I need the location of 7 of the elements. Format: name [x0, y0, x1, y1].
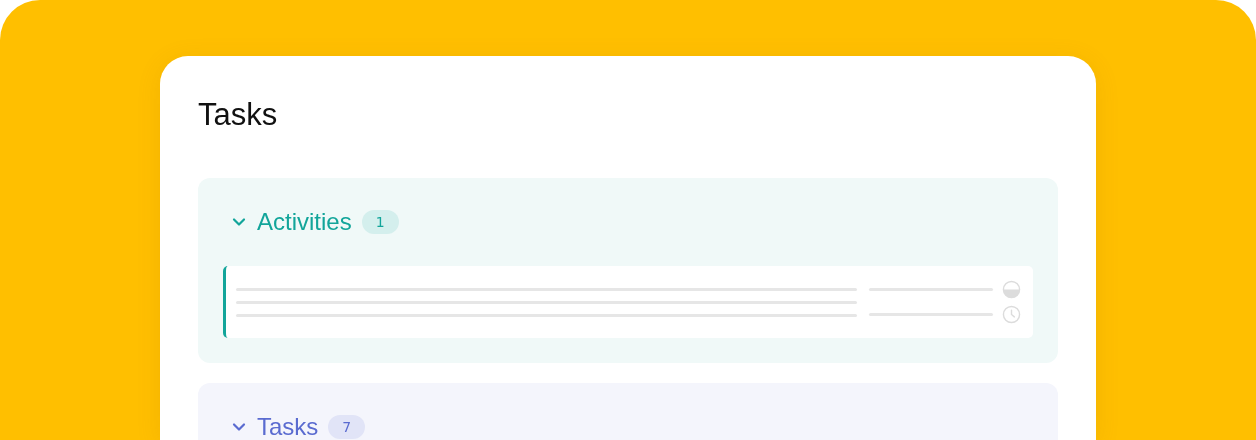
count-badge: 1: [361, 210, 399, 234]
section-title[interactable]: Tasks: [257, 413, 319, 440]
half-circle-icon: [1002, 280, 1021, 299]
clock-icon: [1002, 305, 1021, 324]
page-title: Tasks: [198, 96, 279, 134]
section-title[interactable]: Activities: [257, 208, 352, 236]
count-badge: 7: [328, 415, 366, 439]
